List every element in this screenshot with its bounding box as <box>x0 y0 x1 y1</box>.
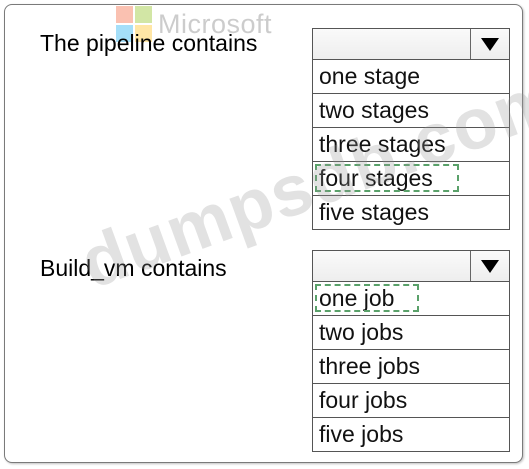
chevron-down-icon <box>481 259 499 273</box>
option-two-jobs[interactable]: two jobs <box>313 315 509 349</box>
option-four-stages[interactable]: four stages <box>313 161 509 195</box>
chevron-down-icon <box>481 37 499 51</box>
build-vm-options-list: one job two jobs three jobs four jobs fi… <box>312 281 510 452</box>
build-vm-prompt: Build_vm contains <box>40 255 227 281</box>
option-five-stages[interactable]: five stages <box>313 195 509 229</box>
build-vm-dropdown-toggle[interactable] <box>470 251 509 281</box>
option-four-jobs[interactable]: four jobs <box>313 383 509 417</box>
option-one-job[interactable]: one job <box>313 281 509 315</box>
option-three-stages[interactable]: three stages <box>313 127 509 161</box>
option-one-stage[interactable]: one stage <box>313 59 509 93</box>
option-three-jobs[interactable]: three jobs <box>313 349 509 383</box>
pipeline-prompt: The pipeline contains <box>40 30 258 56</box>
option-two-stages[interactable]: two stages <box>313 93 509 127</box>
build-vm-dropdown[interactable] <box>312 250 510 282</box>
pipeline-dropdown[interactable] <box>312 28 510 60</box>
option-five-jobs[interactable]: five jobs <box>313 417 509 451</box>
pipeline-options-list: one stage two stages three stages four s… <box>312 59 510 230</box>
pipeline-dropdown-toggle[interactable] <box>470 29 509 59</box>
